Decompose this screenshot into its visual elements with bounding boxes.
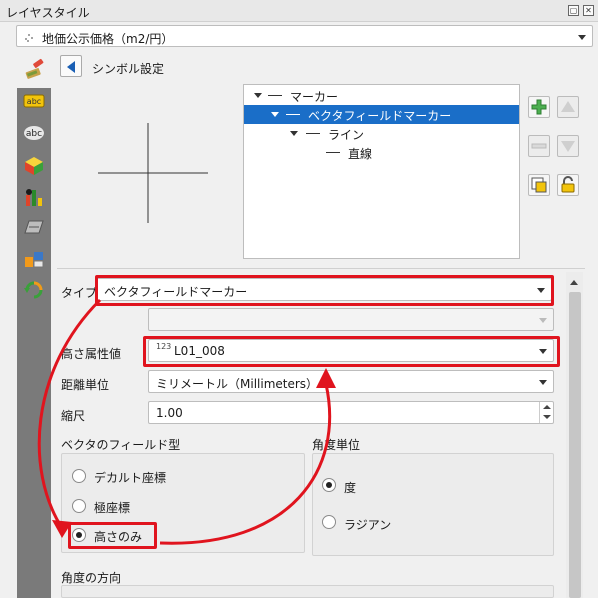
arrow-height-only-to-attribute (159, 383, 332, 545)
arrowhead-icon (316, 368, 336, 388)
arrow-type-to-height-only (37, 298, 102, 529)
annotation-arrows (37, 298, 336, 545)
arrowhead-icon (52, 520, 72, 538)
